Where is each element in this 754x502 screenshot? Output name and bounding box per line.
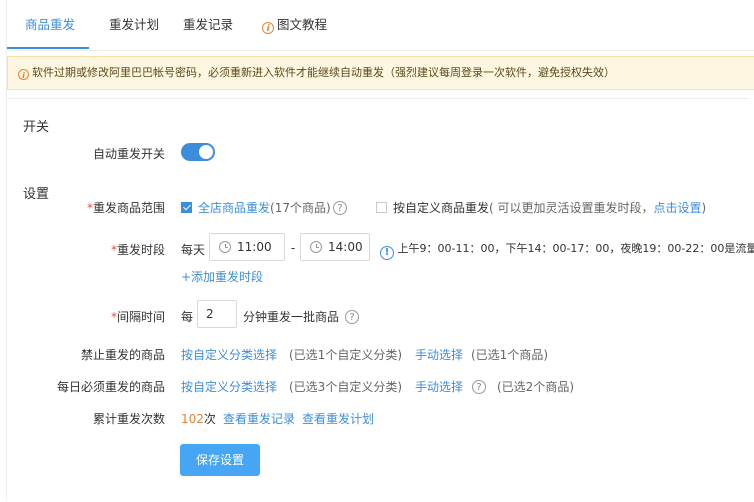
interval-prefix: 每 [181,308,193,325]
total-count-number: 102 [181,412,204,426]
interval-suffix: 分钟重发一批商品 [243,308,339,325]
clock-icon [310,241,322,253]
settings-panel: 开关 自动重发开关 设置 *重发商品范围 全店商品重发(17个商品) ? 按自定… [7,98,749,502]
peak-hint: ! 上午9：00-11：00，下午14：00-17：00，夜晚19：00-22：… [380,240,754,260]
auto-resend-label: 自动重发开关 [1,145,165,162]
view-record-link[interactable]: 查看重发记录 [223,410,295,427]
warning-icon: i [18,69,29,80]
clock-icon [219,241,231,253]
time-dash: - [287,241,299,255]
tab-label: 商品重发 [25,17,75,32]
forbidden-label: 禁止重发的商品 [1,346,165,363]
custom-note-end: ) [702,201,707,215]
forbidden-category-selected: (已选1个自定义分类) [289,346,402,363]
time-label-text: 重发时段 [117,243,165,257]
start-time-value: 11:00 [237,234,272,260]
daily-manual-link[interactable]: 手动选择 [415,378,463,395]
question-icon: ? [333,201,347,215]
tab-label: 重发记录 [183,17,233,32]
interval-label-text: 间隔时间 [117,310,165,324]
forbidden-manual-link[interactable]: 手动选择 [415,346,463,363]
tab-resend-record[interactable]: 重发记录 [183,0,233,50]
range-label-text: 重发商品范围 [93,201,165,215]
tab-label: 重发计划 [109,17,159,32]
tab-resend-plan[interactable]: 重发计划 [109,0,159,50]
save-settings-button[interactable]: 保存设置 [180,444,260,476]
custom-products-note: ( 可以更加灵活设置重发时段， [489,201,654,215]
total-count: 102次 [181,410,216,427]
tab-label: 图文教程 [277,17,327,32]
active-tab-indicator [7,47,89,49]
custom-products-option[interactable]: 按自定义商品重发( 可以更加灵活设置重发时段，点击设置) [376,199,706,216]
warning-notice: i软件过期或修改阿里巴巴帐号密码，必须重新进入软件才能继续自动重发（强烈建议每周… [7,56,754,90]
daily-help-icon[interactable]: ? [472,376,486,394]
daily-must-label: 每日必须重发的商品 [1,378,165,395]
interval-input[interactable]: 2 [197,300,237,328]
custom-products-checkbox[interactable] [376,202,387,213]
daily-category-link[interactable]: 按自定义分类选择 [181,378,277,395]
all-products-checkbox[interactable] [181,202,192,213]
info-icon: i [262,22,274,34]
view-plan-link[interactable]: 查看重发计划 [302,410,374,427]
tab-product-resend[interactable]: 商品重发 [25,0,75,50]
daily-category-selected: (已选3个自定义分类) [289,378,402,395]
total-count-unit: 次 [204,412,216,426]
add-time-slot-link[interactable]: +添加重发时段 [181,268,263,285]
tab-tutorial[interactable]: i图文教程 [262,0,327,50]
custom-settings-link[interactable]: 点击设置 [654,201,702,215]
range-label: *重发商品范围 [1,199,165,216]
total-label: 累计重发次数 [1,410,165,427]
toggle-knob [199,145,213,159]
app-frame: 商品重发 重发计划 重发记录 i图文教程 i软件过期或修改阿里巴巴帐号密码，必须… [6,0,754,501]
daily-manual-selected: (已选2个商品) [497,378,574,395]
forbidden-manual-selected: (已选1个商品) [471,346,548,363]
time-prefix: 每天 [181,241,205,258]
forbidden-category-link[interactable]: 按自定义分类选择 [181,346,277,363]
range-help-icon[interactable]: ? [333,197,347,215]
start-time-picker[interactable]: 11:00 [209,233,285,261]
tab-bar: 商品重发 重发计划 重发记录 i图文教程 [7,0,754,51]
question-icon: ? [345,310,359,324]
question-icon: ? [472,380,486,394]
time-label: *重发时段 [1,241,165,258]
interval-label: *间隔时间 [1,308,165,325]
switch-section-title: 开关 [23,116,49,135]
info-icon: ! [380,246,394,260]
auto-resend-toggle[interactable] [181,143,215,161]
all-products-option[interactable]: 全店商品重发(17个商品) [181,199,331,216]
peak-hint-text: 上午9：00-11：00，下午14：00-17：00，夜晚19：00-22：00… [398,242,754,255]
all-products-label: 全店商品重发 [198,201,270,215]
custom-products-label: 按自定义商品重发 [393,201,489,215]
notice-text: 软件过期或修改阿里巴巴帐号密码，必须重新进入软件才能继续自动重发（强烈建议每周登… [32,66,615,79]
all-products-count: (17个商品) [270,201,331,215]
end-time-picker[interactable]: 14:00 [300,233,370,261]
interval-help-icon[interactable]: ? [345,306,359,324]
end-time-value: 14:00 [328,234,363,260]
